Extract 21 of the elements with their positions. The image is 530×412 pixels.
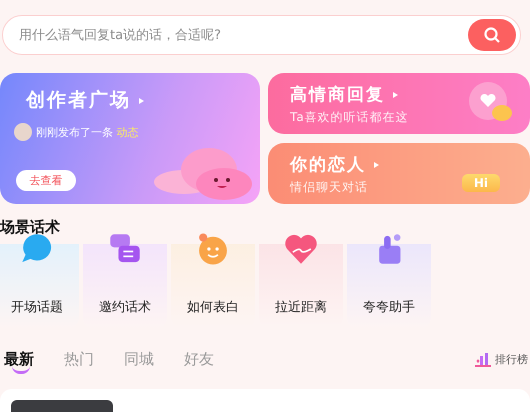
card-subtitle: Ta喜欢的听话都在这 (290, 109, 409, 126)
card-subtitle: 刚刚发布了一条 动态 (36, 124, 138, 140)
card-title: 你的恋人 (290, 153, 530, 176)
avatar (14, 123, 32, 141)
hi-badge: Hi (462, 174, 500, 192)
scene-label: 如何表白 (187, 299, 239, 316)
scene-label: 邀约话术 (99, 299, 151, 316)
card-subtitle: 情侣聊天对话 (290, 179, 368, 196)
heart-icon (283, 232, 319, 266)
search-field[interactable]: 用什么语气回复ta说的话，合适呢? (17, 26, 468, 44)
scene-label: 拉近距离 (275, 299, 327, 316)
card-title: 高情商回复 (290, 83, 530, 106)
scene-label: 开场话题 (11, 299, 63, 316)
feed-tab[interactable]: 最新 (4, 344, 34, 374)
search-bar[interactable]: 用什么语气回复ta说的话，合适呢? (2, 15, 521, 55)
ranking-button[interactable]: 排行榜 (475, 352, 530, 366)
card-title: 创作者广场 (26, 87, 260, 113)
bar-chart-icon (475, 352, 492, 366)
scene-label: 夸夸助手 (363, 299, 415, 316)
search-button[interactable] (468, 19, 516, 51)
search-icon (483, 26, 501, 44)
